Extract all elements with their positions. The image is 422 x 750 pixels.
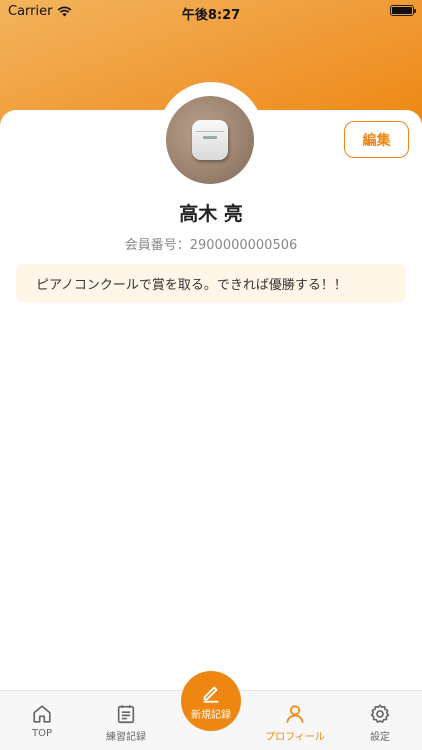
member-number-value: 2900000000506 [189,238,298,253]
tab-settings-label: 設定 [370,732,390,743]
member-number-label: 会員番号： [124,238,190,253]
tab-profile[interactable]: プロフィール [253,703,337,747]
goal-message: ピアノコンクールで賞を取る。できれば優勝する！！ [16,264,406,303]
home-icon [33,705,51,723]
edit-profile-button[interactable]: 編集 [344,121,409,158]
new-record-label: 新規記録 [191,709,231,721]
clipboard-list-icon [117,705,135,724]
person-icon [286,705,304,723]
tab-top-label: TOP [31,728,52,739]
status-bar: Carrier 午後8:27 [0,0,422,24]
pencil-icon [203,686,219,703]
status-time: 午後8:27 [181,8,241,23]
tab-practice-log-label: 練習記録 [106,732,146,743]
goal-text: ピアノコンクールで賞を取る。できれば優勝する！！ [36,278,347,293]
gear-icon [370,704,390,723]
user-name: 高木 亮 [179,203,243,225]
tab-practice-log[interactable]: 練習記録 [84,703,168,747]
new-record-button[interactable]: 新規記録 [181,671,241,731]
tab-profile-label: プロフィール [265,732,325,743]
member-number-row: 会員番号：2900000000506 [0,234,422,253]
tab-top[interactable]: TOP [0,703,84,747]
battery-icon [390,5,416,16]
profile-card [0,110,422,690]
avatar-photo-earbuds-case [192,120,228,160]
avatar[interactable] [166,96,254,184]
tab-settings[interactable]: 設定 [338,703,422,747]
